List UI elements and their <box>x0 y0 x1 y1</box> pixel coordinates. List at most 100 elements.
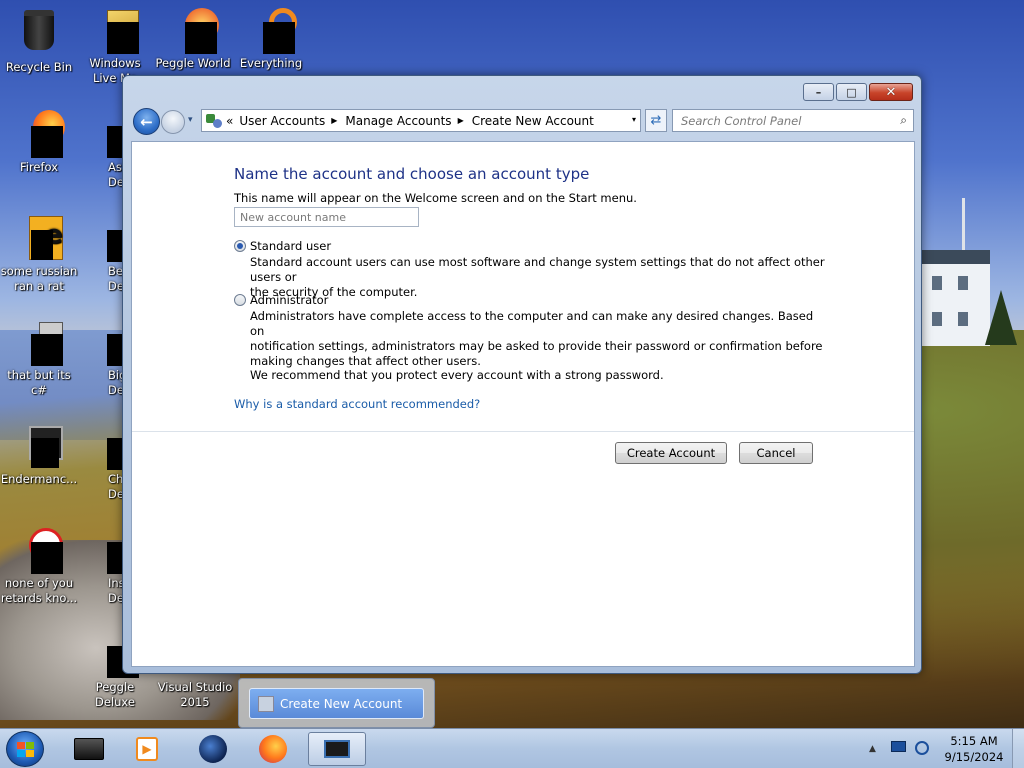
desktop-icon-windows-live[interactable]: Windows Live Ma <box>76 6 154 86</box>
desktop-icon-label: Peggle World <box>155 56 231 70</box>
close-button[interactable]: ✕ <box>869 83 913 101</box>
peggle-icon <box>169 6 219 54</box>
clock-time: 5:15 AM <box>950 734 998 748</box>
volume-icon[interactable] <box>915 741 931 755</box>
system-clock[interactable]: 5:15 AM 9/15/2024 <box>944 733 1004 765</box>
back-button[interactable]: ← <box>133 108 160 135</box>
desktop-icon-label: Peggle Deluxe <box>95 680 135 709</box>
minimize-button[interactable]: – <box>803 83 834 101</box>
globe-icon <box>199 735 227 763</box>
maximize-button[interactable]: □ <box>836 83 867 101</box>
taskbar-app-explorer[interactable] <box>62 732 116 766</box>
description-line: the security of the computer. <box>250 285 418 299</box>
action-center-icon[interactable] <box>891 741 907 755</box>
search-input[interactable]: Search Control Panel ⌕ <box>672 109 914 132</box>
standard-user-option[interactable]: Standard user <box>234 239 331 253</box>
magnifier-icon <box>247 6 297 54</box>
desktop-icon-label: some russian ran a rat <box>0 264 78 293</box>
password-recommendation: We recommend that you protect every acco… <box>250 368 664 382</box>
description-line: making changes that affect other users. <box>250 354 481 368</box>
file-icon <box>15 526 63 574</box>
divider <box>132 431 914 432</box>
forward-button[interactable] <box>161 110 185 134</box>
account-name-field[interactable] <box>234 207 419 227</box>
search-icon[interactable]: ⌕ <box>900 113 907 128</box>
desktop-icon-none-of-you[interactable]: none of you retards kno... <box>0 526 78 606</box>
content-pane: Name the account and choose an account t… <box>131 141 915 667</box>
cancel-button[interactable]: Cancel <box>739 442 813 464</box>
description-line: Standard account users can use most soft… <box>250 255 825 284</box>
window-icon <box>324 740 350 758</box>
create-account-window: – □ ✕ ← ▾ « User Accounts ▶ Manage Accou… <box>122 75 922 674</box>
address-dropdown-icon[interactable]: ▾ <box>632 115 636 124</box>
desktop-icon-label: that but its c# <box>7 368 71 397</box>
breadcrumb-overflow[interactable]: « <box>226 114 233 128</box>
standard-user-radio[interactable] <box>234 240 246 252</box>
media-player-icon: ▶ <box>136 737 158 761</box>
standard-account-help-link[interactable]: Why is a standard account recommended? <box>234 397 480 411</box>
desktop-icon-endermanch[interactable]: Endermanc... <box>0 422 78 487</box>
desktop-icon-label: Everything <box>239 56 303 70</box>
search-placeholder: Search Control Panel <box>681 114 802 128</box>
desktop-icon-label: Firefox <box>19 160 59 174</box>
breadcrumb-separator-icon[interactable]: ▶ <box>331 116 337 125</box>
folder-icon <box>74 738 104 760</box>
show-hidden-icons-button[interactable]: ▲ <box>869 744 876 754</box>
copy-icon <box>15 318 63 366</box>
desktop-icon-label: Visual Studio 2015 <box>157 680 233 709</box>
desktop-icon-label: Endermanc... <box>0 472 78 486</box>
clock-date: 9/15/2024 <box>944 750 1004 764</box>
breadcrumb-user-accounts[interactable]: User Accounts <box>239 114 325 128</box>
breadcrumb-separator-icon[interactable]: ▶ <box>458 116 464 125</box>
taskbar-app-control-panel[interactable] <box>308 732 366 766</box>
wallpaper-tree <box>985 290 1017 345</box>
taskbar-app-media-player[interactable]: ▶ <box>120 732 174 766</box>
back-arrow-icon: ← <box>140 112 153 131</box>
standard-user-label[interactable]: Standard user <box>250 239 331 253</box>
minimize-icon: – <box>815 85 822 99</box>
folder-icon <box>91 6 139 54</box>
start-button[interactable] <box>6 731 44 767</box>
firefox-icon <box>259 735 287 763</box>
desktop-icon-firefox[interactable]: Firefox <box>0 110 78 175</box>
taskbar-app-browser[interactable] <box>186 732 240 766</box>
page-title: Name the account and choose an account t… <box>234 165 590 183</box>
window-controls: – □ ✕ <box>803 83 913 101</box>
taskbar-app-firefox[interactable] <box>246 732 300 766</box>
wallpaper-house <box>920 250 990 346</box>
description-line: Administrators have complete access to t… <box>250 309 814 338</box>
page-description: This name will appear on the Welcome scr… <box>234 191 637 205</box>
taskbar-thumbnail-item[interactable]: Create New Account <box>249 688 424 719</box>
desktop-icon-some-russian[interactable]: e some russian ran a rat <box>0 214 78 294</box>
firefox-icon <box>15 110 65 158</box>
administrator-radio[interactable] <box>234 294 246 306</box>
breadcrumb-manage-accounts[interactable]: Manage Accounts <box>345 114 451 128</box>
address-bar[interactable]: « User Accounts ▶ Manage Accounts ▶ Crea… <box>201 109 641 132</box>
windows-logo-icon <box>16 741 34 757</box>
standard-user-description: Standard account users can use most soft… <box>250 255 830 300</box>
close-icon: ✕ <box>885 84 897 100</box>
create-account-button[interactable]: Create Account <box>615 442 727 464</box>
desktop-icon-recycle-bin[interactable]: Recycle Bin <box>0 6 78 75</box>
desktop-icon-label: none of you retards kno... <box>0 576 78 605</box>
show-desktop-button[interactable] <box>1012 729 1024 768</box>
administrator-label[interactable]: Administrator <box>250 293 328 307</box>
file-icon: e <box>15 214 63 262</box>
administrator-description: Administrators have complete access to t… <box>250 309 830 369</box>
desktop-icon-label: Recycle Bin <box>5 60 73 74</box>
control-panel-icon <box>206 113 222 129</box>
desktop-icon-peggle-world[interactable]: Peggle World <box>154 6 232 71</box>
maximize-icon: □ <box>846 85 857 99</box>
thumbnail-label: Create New Account <box>280 696 403 711</box>
taskbar-thumbnail-popup: Create New Account <box>238 678 435 728</box>
navigation-bar: ← ▾ « User Accounts ▶ Manage Accounts ▶ … <box>131 107 915 135</box>
desktop-icon-that-but-its-csharp[interactable]: that but its c# <box>0 318 78 398</box>
breadcrumb-create-new-account[interactable]: Create New Account <box>472 114 594 128</box>
refresh-button[interactable]: ⇄ <box>645 109 667 132</box>
desktop-icon-everything[interactable]: Everything <box>232 6 310 71</box>
administrator-option[interactable]: Administrator <box>234 293 328 307</box>
description-line: notification settings, administrators ma… <box>250 339 823 353</box>
recycle-bin-icon <box>15 10 63 58</box>
taskbar: ▶ ▲ 5:15 AM 9/15/2024 <box>0 728 1024 768</box>
recent-pages-button[interactable]: ▾ <box>188 115 193 125</box>
